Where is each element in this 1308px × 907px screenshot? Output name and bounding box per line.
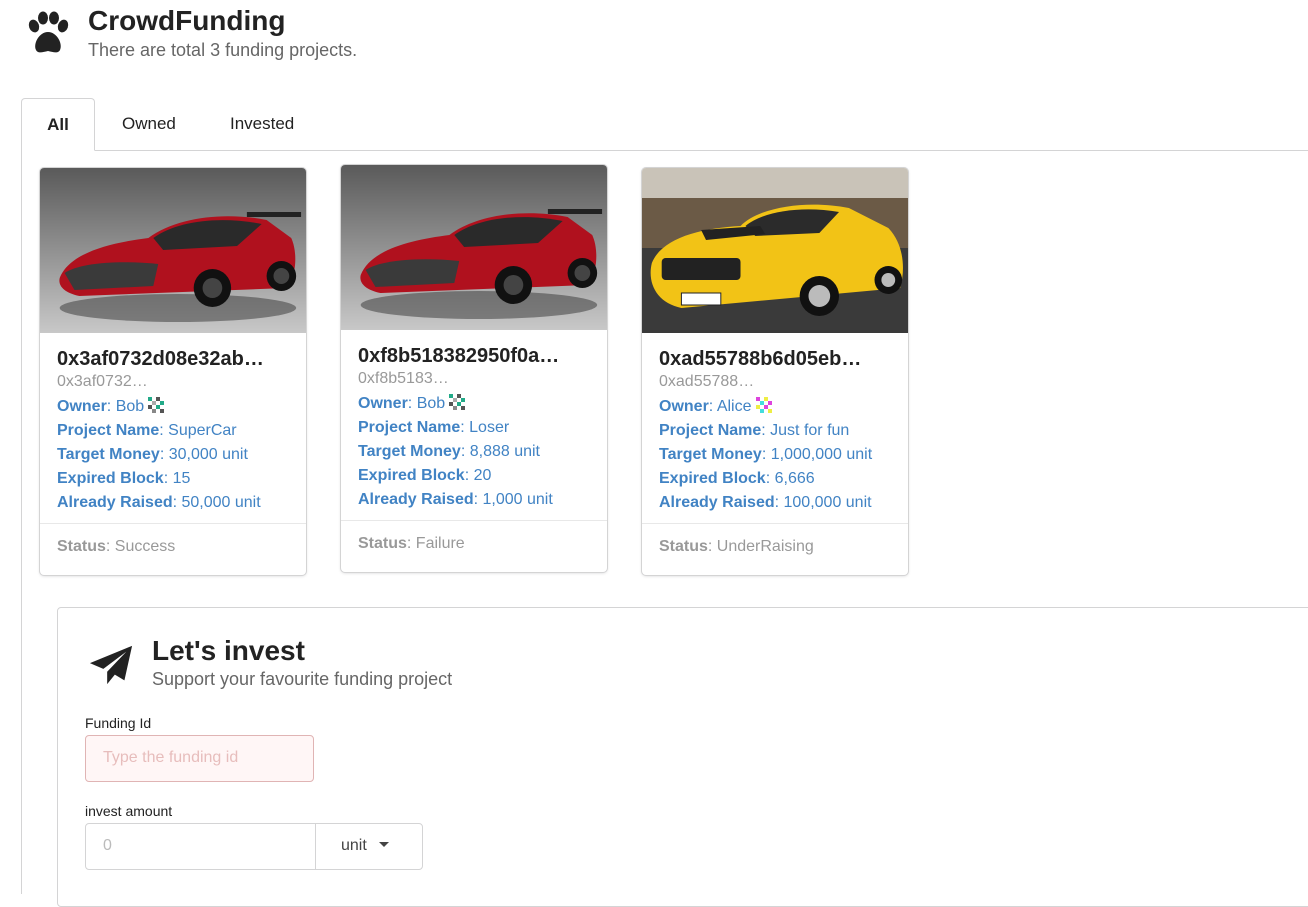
target-money-field: Target Money: 30,000 unit <box>57 446 248 463</box>
project-name-field: Project Name: Just for fun <box>659 422 850 439</box>
owner-field: Owner: Bob <box>57 395 289 419</box>
already-raised-label: Already Raised <box>659 494 775 511</box>
expired-block-value: 15 <box>172 470 191 487</box>
invest-header: Let's invest Support your favourite fund… <box>88 634 452 690</box>
target-money-field: Target Money: 1,000,000 unit <box>659 446 873 463</box>
owner-value: Bob <box>115 398 145 415</box>
invest-subtitle: Support your favourite funding project <box>152 669 453 689</box>
status-value: UnderRaising <box>716 538 814 555</box>
project-address[interactable]: 0xad55788b6d05eb… <box>659 347 891 371</box>
status-label: Status <box>57 538 106 555</box>
target-money-label: Target Money <box>659 446 762 463</box>
status-field: Status: UnderRaising <box>642 523 908 575</box>
status-value: Success <box>114 538 176 555</box>
page-title: CrowdFunding <box>88 5 286 36</box>
owner-field: Owner: Bob <box>358 392 590 416</box>
tab-panel-border <box>21 150 22 894</box>
identicon-icon <box>755 397 772 413</box>
target-money-label: Target Money <box>358 443 461 460</box>
project-name-value: Loser <box>469 419 510 436</box>
owner-value: Alice <box>716 398 752 415</box>
project-address[interactable]: 0xf8b518382950f0a… <box>358 344 590 368</box>
red-sports-car-image <box>40 168 306 333</box>
invest-amount-label: invest amount <box>85 803 173 819</box>
already-raised-field: Already Raised: 100,000 unit <box>659 494 872 511</box>
expired-block-field: Expired Block: 15 <box>57 470 191 487</box>
owner-field: Owner: Alice <box>659 395 891 419</box>
owner-label: Owner <box>358 395 408 412</box>
project-card[interactable]: 0xf8b518382950f0a… 0xf8b5183… Owner: Bob… <box>341 165 607 572</box>
red-sports-car-image <box>341 165 607 330</box>
status-label: Status <box>659 538 708 555</box>
owner-value: Bob <box>416 395 446 412</box>
expired-block-label: Expired Block <box>57 470 164 487</box>
already-raised-field: Already Raised: 1,000 unit <box>358 491 553 508</box>
project-address[interactable]: 0x3af0732d08e32ab… <box>57 347 289 371</box>
identicon-icon <box>449 394 466 410</box>
status-value: Failure <box>415 535 465 552</box>
project-name-label: Project Name <box>659 422 762 439</box>
target-money-value: 1,000,000 unit <box>770 446 873 463</box>
funding-id-label: Funding Id <box>85 715 152 731</box>
status-label: Status <box>358 535 407 552</box>
status-field: Status: Failure <box>341 520 607 572</box>
already-raised-value: 100,000 unit <box>783 494 872 511</box>
already-raised-value: 1,000 unit <box>482 491 553 508</box>
paw-icon <box>28 11 69 53</box>
expired-block-label: Expired Block <box>358 467 465 484</box>
already-raised-field: Already Raised: 50,000 unit <box>57 494 261 511</box>
project-name-label: Project Name <box>57 422 160 439</box>
project-address-short: 0xf8b5183… <box>358 370 449 387</box>
project-name-label: Project Name <box>358 419 461 436</box>
already-raised-value: 50,000 unit <box>181 494 261 511</box>
target-money-value: 30,000 unit <box>168 446 248 463</box>
project-name-value: SuperCar <box>168 422 237 439</box>
project-name-value: Just for fun <box>770 422 850 439</box>
identicon-icon <box>148 397 165 413</box>
invest-form: Let's invest Support your favourite fund… <box>57 607 1308 907</box>
unit-dropdown[interactable]: unit <box>315 823 423 870</box>
project-address-short: 0xad55788… <box>659 373 755 390</box>
paper-plane-icon <box>89 645 133 685</box>
already-raised-label: Already Raised <box>358 491 474 508</box>
target-money-field: Target Money: 8,888 unit <box>358 443 540 460</box>
tab-all[interactable]: All <box>21 98 95 151</box>
unit-dropdown-value: unit <box>341 837 367 854</box>
project-name-field: Project Name: Loser <box>358 419 510 436</box>
expired-block-field: Expired Block: 6,666 <box>659 470 815 487</box>
target-money-label: Target Money <box>57 446 160 463</box>
funding-id-input[interactable]: Type the funding id <box>85 735 314 782</box>
project-address-short: 0x3af0732… <box>57 373 148 390</box>
project-card[interactable]: 0x3af0732d08e32ab… 0x3af0732… Owner: Bob… <box>40 168 306 575</box>
tab-invested[interactable]: Invested <box>230 98 294 150</box>
status-field: Status: Success <box>40 523 306 575</box>
app-header: CrowdFunding There are total 3 funding p… <box>24 4 357 61</box>
target-money-value: 8,888 unit <box>469 443 540 460</box>
already-raised-label: Already Raised <box>57 494 173 511</box>
tab-menu: All Owned Invested <box>21 98 1308 151</box>
expired-block-field: Expired Block: 20 <box>358 467 492 484</box>
owner-label: Owner <box>659 398 709 415</box>
project-name-field: Project Name: SuperCar <box>57 422 237 439</box>
yellow-muscle-car-image <box>642 168 908 333</box>
expired-block-label: Expired Block <box>659 470 766 487</box>
expired-block-value: 6,666 <box>774 470 815 487</box>
owner-label: Owner <box>57 398 107 415</box>
invest-title: Let's invest <box>152 635 305 666</box>
page-subtitle: There are total 3 funding projects. <box>88 40 358 60</box>
project-card[interactable]: 0xad55788b6d05eb… 0xad55788… Owner: Alic… <box>642 168 908 575</box>
expired-block-value: 20 <box>473 467 492 484</box>
dropdown-caret-icon <box>378 842 389 847</box>
invest-amount-input[interactable]: 0 <box>85 823 316 870</box>
tab-owned[interactable]: Owned <box>122 98 176 150</box>
